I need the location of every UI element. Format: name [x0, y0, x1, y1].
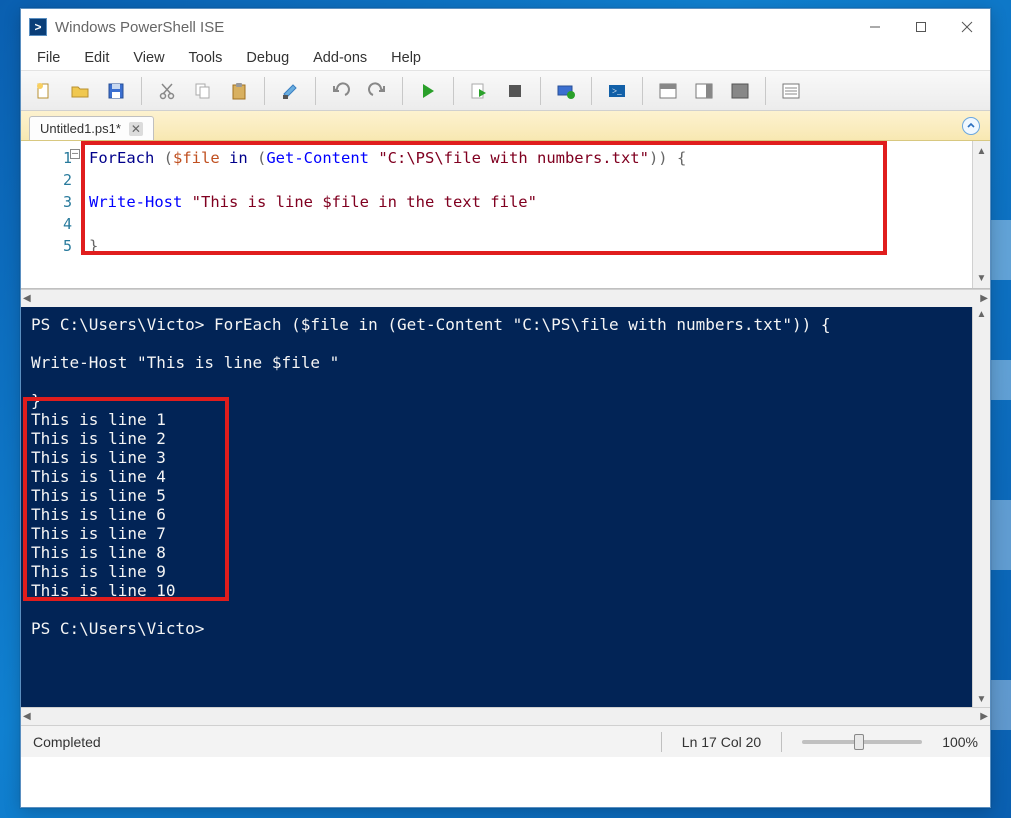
cursor-position: Ln 17 Col 20 — [682, 734, 761, 750]
run-selection-button[interactable] — [462, 74, 496, 108]
zoom-thumb[interactable] — [854, 734, 864, 750]
redo-button[interactable] — [360, 74, 394, 108]
open-file-button[interactable] — [63, 74, 97, 108]
minimize-button[interactable] — [852, 11, 898, 43]
stop-button[interactable] — [498, 74, 532, 108]
scroll-down-icon[interactable]: ▼ — [977, 694, 987, 705]
console-container: PS C:\Users\Victo> ForEach ($file in (Ge… — [21, 307, 990, 707]
remote-button[interactable] — [549, 74, 583, 108]
layout-full-button[interactable] — [723, 74, 757, 108]
menu-debug[interactable]: Debug — [234, 47, 301, 69]
new-file-button[interactable] — [27, 74, 61, 108]
menu-addons[interactable]: Add-ons — [301, 47, 379, 69]
clear-button[interactable] — [273, 74, 307, 108]
tab-label: Untitled1.ps1* — [40, 121, 121, 136]
console-prompt: PS C:\Users\Victo> — [31, 619, 214, 638]
maximize-button[interactable] — [898, 11, 944, 43]
scroll-up-icon[interactable]: ▲ — [977, 309, 987, 320]
editor-gutter: 1 2 3 4 5 – — [21, 141, 79, 288]
app-icon: > — [29, 18, 47, 36]
menu-edit[interactable]: Edit — [72, 47, 121, 69]
undo-button[interactable] — [324, 74, 358, 108]
scroll-left-icon[interactable]: ◀ — [23, 711, 31, 722]
console-line: PS C:\Users\Victo> ForEach ($file in (Ge… — [31, 315, 831, 334]
paste-button[interactable] — [222, 74, 256, 108]
line-number: 1 — [21, 147, 72, 169]
scroll-down-icon[interactable]: ▼ — [974, 270, 990, 286]
window-controls — [852, 11, 990, 43]
svg-text:>_: >_ — [612, 86, 622, 96]
console-output-line: This is line 4 — [31, 467, 166, 486]
editor-code[interactable]: ForEach ($file in (Get-Content "C:\PS\fi… — [79, 141, 972, 288]
console-output-line: This is line 3 — [31, 448, 166, 467]
editor-container: 1 2 3 4 5 – ForEach ($file in (Get-Conte… — [21, 141, 990, 307]
tabs-row: Untitled1.ps1* ✕ — [21, 111, 990, 141]
scroll-right-icon[interactable]: ▶ — [980, 293, 988, 304]
menu-tools[interactable]: Tools — [177, 47, 235, 69]
line-number: 4 — [21, 213, 72, 235]
close-tab-icon[interactable]: ✕ — [129, 122, 143, 136]
zoom-slider[interactable] — [802, 740, 922, 744]
console-line: Write-Host "This is line $file " — [31, 353, 339, 372]
line-number: 2 — [21, 169, 72, 191]
console-horizontal-scrollbar[interactable]: ◀ ▶ — [21, 707, 990, 725]
collapse-script-pane-button[interactable] — [962, 117, 980, 135]
console-output-line: This is line 2 — [31, 429, 166, 448]
script-editor[interactable]: 1 2 3 4 5 – ForEach ($file in (Get-Conte… — [21, 141, 990, 289]
editor-vertical-scrollbar[interactable]: ▲ ▼ — [972, 141, 990, 288]
line-number: 5 — [21, 235, 72, 257]
console-output-line: This is line 10 — [31, 581, 176, 600]
show-commands-button[interactable] — [774, 74, 808, 108]
toolbar: >_ — [21, 71, 990, 111]
run-button[interactable] — [411, 74, 445, 108]
copy-button[interactable] — [186, 74, 220, 108]
console-output-line: This is line 8 — [31, 543, 166, 562]
menu-file[interactable]: File — [25, 47, 72, 69]
scroll-right-icon[interactable]: ▶ — [980, 711, 988, 722]
fold-toggle-icon[interactable]: – — [70, 149, 80, 159]
console-output-line: This is line 7 — [31, 524, 166, 543]
console-output-line: This is line 9 — [31, 562, 166, 581]
status-bar: Completed Ln 17 Col 20 100% — [21, 725, 990, 757]
cut-button[interactable] — [150, 74, 184, 108]
window-title: Windows PowerShell ISE — [55, 19, 852, 36]
console-output-line: This is line 5 — [31, 486, 166, 505]
scroll-up-icon[interactable]: ▲ — [974, 143, 990, 159]
close-button[interactable] — [944, 11, 990, 43]
console-output-line: This is line 6 — [31, 505, 166, 524]
line-number: 3 — [21, 191, 72, 213]
title-bar: > Windows PowerShell ISE — [21, 9, 990, 45]
console-output-line: This is line 1 — [31, 410, 166, 429]
console-line: } — [31, 391, 41, 410]
script-tab[interactable]: Untitled1.ps1* ✕ — [29, 116, 154, 140]
save-button[interactable] — [99, 74, 133, 108]
console-output[interactable]: PS C:\Users\Victo> ForEach ($file in (Ge… — [21, 307, 972, 707]
scroll-left-icon[interactable]: ◀ — [23, 293, 31, 304]
app-window: > Windows PowerShell ISE File Edit View … — [20, 8, 991, 808]
zoom-level: 100% — [942, 734, 978, 750]
editor-horizontal-scrollbar[interactable]: ◀ ▶ — [21, 289, 990, 307]
layout-right-button[interactable] — [687, 74, 721, 108]
menu-view[interactable]: View — [121, 47, 176, 69]
console-vertical-scrollbar[interactable]: ▲ ▼ — [972, 307, 990, 707]
layout-top-button[interactable] — [651, 74, 685, 108]
menu-help[interactable]: Help — [379, 47, 433, 69]
menu-bar: File Edit View Tools Debug Add-ons Help — [21, 45, 990, 71]
powershell-button[interactable]: >_ — [600, 74, 634, 108]
status-text: Completed — [33, 734, 101, 750]
